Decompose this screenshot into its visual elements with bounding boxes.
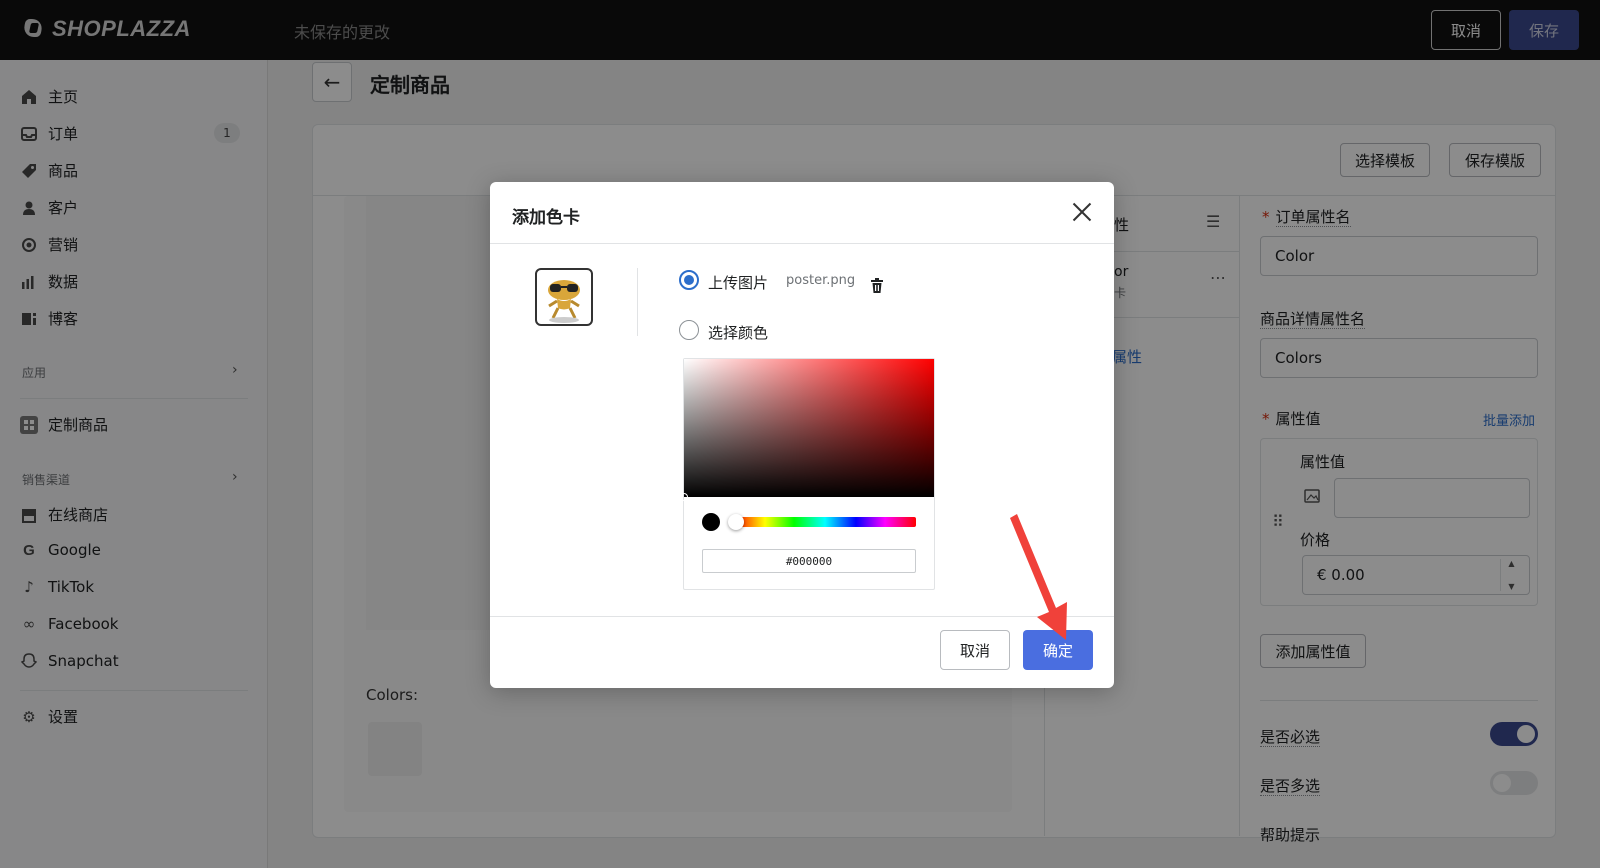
hue-slider[interactable] <box>734 517 916 527</box>
swatch-image-preview[interactable] <box>535 268 593 326</box>
color-cursor[interactable] <box>680 493 688 501</box>
dialog-cancel-button[interactable]: 取消 <box>940 630 1010 670</box>
trash-icon[interactable] <box>870 278 884 294</box>
character-image <box>548 280 580 323</box>
color-picker: #000000 <box>680 358 935 590</box>
close-icon[interactable] <box>1070 200 1094 224</box>
dialog-title: 添加色卡 <box>512 208 580 228</box>
dialog-confirm-button[interactable]: 确定 <box>1023 630 1093 670</box>
hue-slider-handle[interactable] <box>728 514 744 530</box>
upload-image-label: 上传图片 <box>708 274 769 292</box>
file-name: poster.png <box>786 273 856 288</box>
current-color-preview <box>702 513 720 531</box>
upload-image-radio[interactable] <box>679 270 699 290</box>
dialog-footer-divider <box>490 616 1114 617</box>
add-color-card-dialog: 添加色卡 上传图片 poster.png 选择颜色 #000000 取消 确定 <box>490 182 1114 688</box>
divider <box>637 268 638 336</box>
saturation-value-area[interactable] <box>684 359 934 497</box>
choose-color-radio[interactable] <box>679 320 699 340</box>
choose-color-label: 选择颜色 <box>708 324 769 342</box>
hex-input[interactable]: #000000 <box>702 549 916 573</box>
dialog-header: 添加色卡 <box>490 182 1114 244</box>
